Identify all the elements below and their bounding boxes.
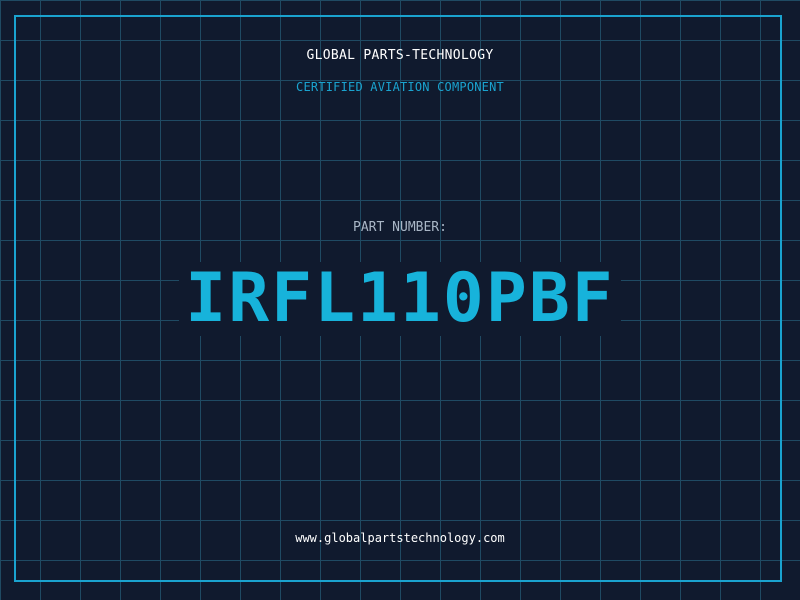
part-number-label: PART NUMBER: bbox=[353, 220, 447, 235]
part-number-container: IRFL110PBF bbox=[0, 262, 800, 336]
part-number-value: IRFL110PBF bbox=[179, 262, 621, 336]
tagline: CERTIFIED AVIATION COMPONENT bbox=[296, 80, 504, 94]
company-name: GLOBAL PARTS-TECHNOLOGY bbox=[306, 48, 494, 63]
website-url: www.globalpartstechnology.com bbox=[295, 531, 505, 545]
